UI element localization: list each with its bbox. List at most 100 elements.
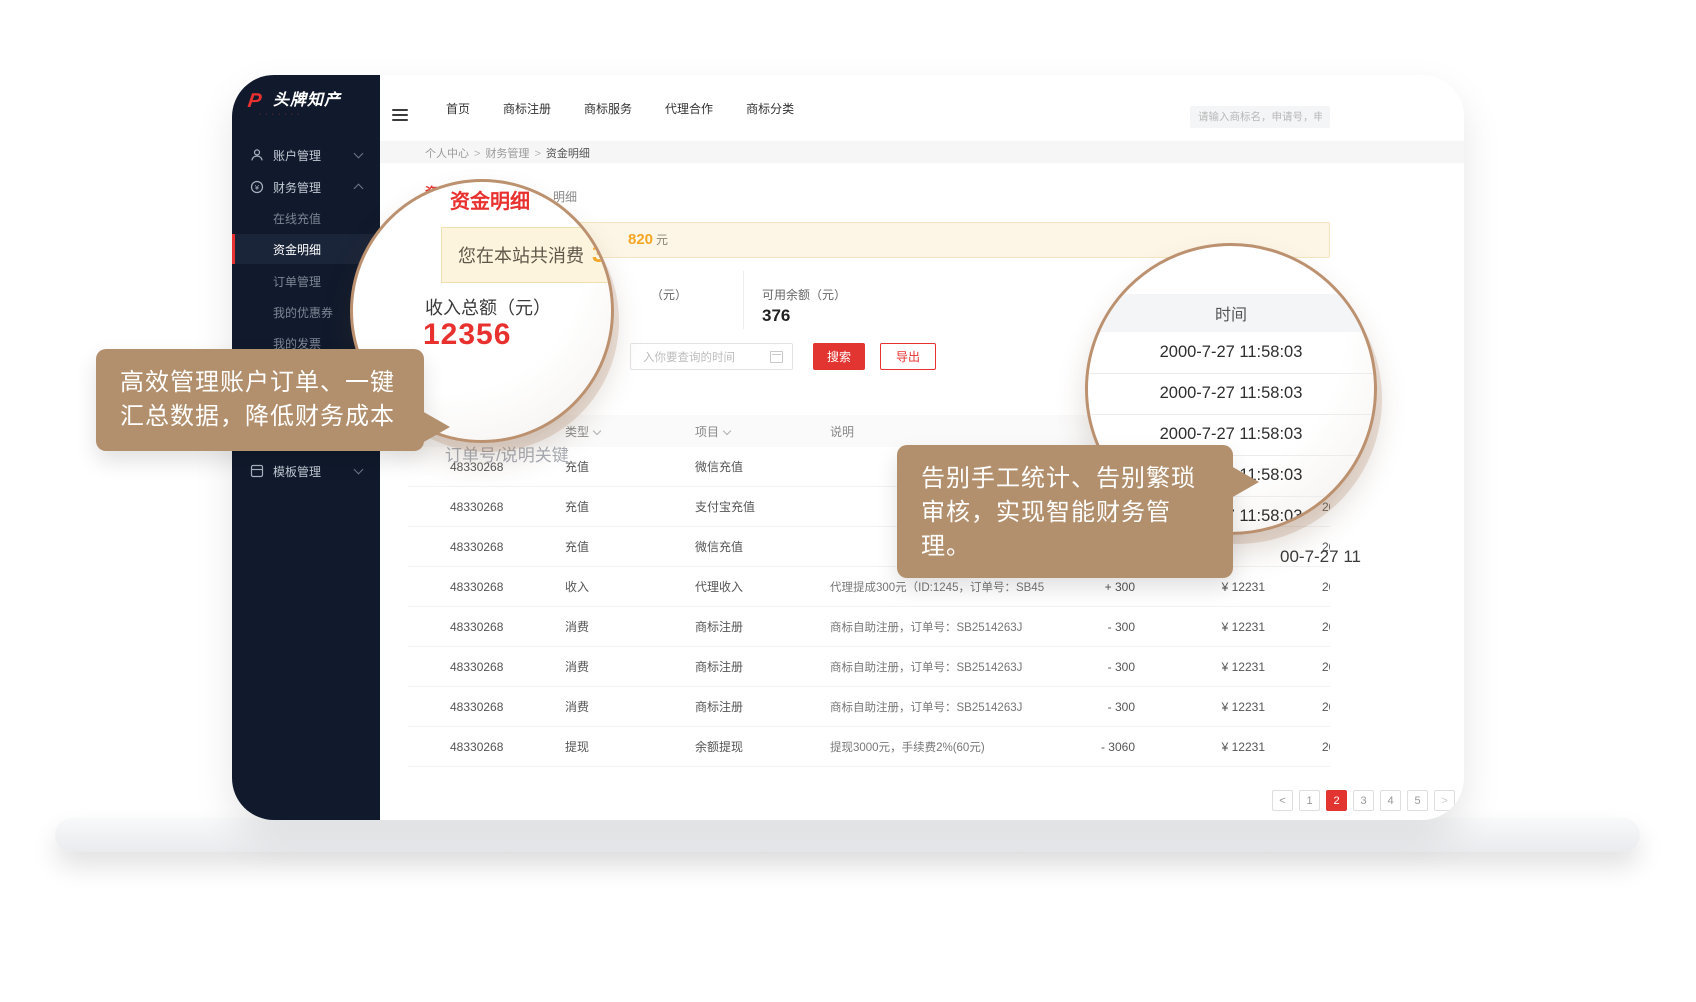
cell-project: 微信充值 xyxy=(653,538,788,555)
cell-desc: 商标自助注册，订单号：SB2514263J xyxy=(788,699,1045,715)
sidebar-item-online-recharge[interactable]: 在线充值 xyxy=(232,204,380,232)
cell-desc: 提现3000元，手续费2%(60元) xyxy=(788,739,1045,755)
magnified-order-header-fragment: 订单号/说明关键 xyxy=(445,441,569,466)
magnified-time-row: 2000-7-27 11:58:03 xyxy=(1088,373,1374,415)
breadcrumb: 个人中心 > 财务管理 > 资金明细 xyxy=(425,145,590,161)
magnified-time-fragment: 00-7-27 11 xyxy=(1280,547,1361,567)
search-input[interactable] xyxy=(1190,106,1330,128)
cell-order: 48330268 xyxy=(408,540,523,554)
finance-icon: ¥ xyxy=(250,180,264,194)
cell-type: 消费 xyxy=(523,658,653,675)
sidebar-item-label: 在线充值 xyxy=(273,210,321,227)
table-row: 48330268 消费 商标注册 商标自助注册，订单号：SB2514263J -… xyxy=(408,647,1330,687)
calendar-icon[interactable] xyxy=(770,351,783,363)
logo[interactable]: P 头牌知产 xyxy=(248,91,341,111)
cell-time: 2000-7-27 11:58:03 xyxy=(1265,740,1330,754)
magnified-page-title: 资金明细 xyxy=(450,185,530,214)
sidebar-item-account[interactable]: 账户管理 xyxy=(232,141,380,169)
cell-amount: - 300 xyxy=(1045,700,1135,714)
breadcrumb-part[interactable]: 财务管理 xyxy=(485,148,529,160)
svg-text:¥: ¥ xyxy=(255,183,260,192)
breadcrumb-bar: 个人中心 > 财务管理 > 资金明细 xyxy=(380,141,1464,163)
cell-type: 消费 xyxy=(523,698,653,715)
callout-right: 告别手工统计、告别繁琐审核，实现智能财务管理。 xyxy=(897,445,1233,578)
sidebar-item-finance[interactable]: ¥ 财务管理 xyxy=(232,173,380,201)
page-button-1[interactable]: 1 xyxy=(1299,790,1320,811)
page-button-5[interactable]: 5 xyxy=(1407,790,1428,811)
available-balance-value: 376 xyxy=(762,306,790,326)
cell-project: 支付宝充值 xyxy=(653,498,788,515)
magnified-time-header: 时间 xyxy=(1088,294,1374,332)
page-button-4[interactable]: 4 xyxy=(1380,790,1401,811)
cell-desc: 商标自助注册，订单号：SB2514263J xyxy=(788,659,1045,675)
cell-balance: ¥ 12231 xyxy=(1135,700,1265,714)
cell-type: 充值 xyxy=(523,498,653,515)
sidebar-item-label: 我的优惠券 xyxy=(273,304,333,321)
cell-project: 商标注册 xyxy=(653,658,788,675)
cell-desc: 商标自助注册，订单号：SB2514263J xyxy=(788,619,1045,635)
sidebar-item-label: 模板管理 xyxy=(273,463,321,480)
date-placeholder: 入你要查询的时间 xyxy=(643,349,770,365)
cell-project: 微信充值 xyxy=(653,458,788,475)
cell-order: 48330268 xyxy=(408,580,523,594)
magnified-banner-prefix: 您在本站共消费 xyxy=(458,242,584,268)
magnified-income-label: 收入总额（元） xyxy=(425,294,551,320)
breadcrumb-current: 资金明细 xyxy=(546,148,590,160)
cell-order: 48330268 xyxy=(408,700,523,714)
sidebar-item-template[interactable]: 模板管理 xyxy=(232,457,380,485)
sort-chevron-icon xyxy=(723,426,731,434)
stat-label-fragment: （元） xyxy=(651,286,687,303)
cell-time: 2000-7-27 11:58:03 xyxy=(1265,660,1330,674)
magnified-income-value: 12356 xyxy=(423,318,511,352)
cell-time: 2000-7-27 11:58:03 xyxy=(1265,700,1330,714)
cell-amount: + 300 xyxy=(1045,580,1135,594)
pagination: < 1 2 3 4 5 > xyxy=(1272,790,1455,811)
table-row: 48330268 消费 商标注册 商标自助注册，订单号：SB2514263J -… xyxy=(408,687,1330,727)
cell-amount: - 300 xyxy=(1045,660,1135,674)
sidebar-item-label: 账户管理 xyxy=(273,147,321,164)
callout-right-text: 告别手工统计、告别繁琐审核，实现智能财务管理。 xyxy=(897,445,1233,581)
banner-amount-fragment: 820元 xyxy=(628,231,668,248)
breadcrumb-separator: > xyxy=(534,148,540,160)
cell-balance: ¥ 12231 xyxy=(1135,580,1265,594)
sidebar-item-label: 财务管理 xyxy=(273,179,321,196)
top-navigation: 首页 商标注册 商标服务 代理合作 商标分类 xyxy=(446,75,794,141)
cell-project: 代理收入 xyxy=(653,578,788,595)
laptop-base xyxy=(55,818,1640,852)
chevron-up-icon xyxy=(354,184,364,194)
logo-text: 头牌知产 xyxy=(273,91,341,111)
nav-item-trademark-register[interactable]: 商标注册 xyxy=(503,100,551,117)
hamburger-icon[interactable] xyxy=(392,109,408,121)
cell-balance: ¥ 12231 xyxy=(1135,740,1265,754)
breadcrumb-part[interactable]: 个人中心 xyxy=(425,148,469,160)
breadcrumb-separator: > xyxy=(474,148,480,160)
chevron-down-icon xyxy=(354,149,364,159)
header-desc: 说明 xyxy=(788,423,1045,440)
cell-time: 2000-7-27 11:58:03 xyxy=(1265,620,1330,634)
cell-order: 48330268 xyxy=(408,740,523,754)
cell-type: 收入 xyxy=(523,578,653,595)
export-button[interactable]: 导出 xyxy=(880,343,936,370)
cell-balance: ¥ 12231 xyxy=(1135,620,1265,634)
topbar: 首页 商标注册 商标服务 代理合作 商标分类 xyxy=(380,75,1464,142)
chevron-down-icon xyxy=(354,465,364,475)
cell-type: 提现 xyxy=(523,738,653,755)
nav-item-trademark-service[interactable]: 商标服务 xyxy=(584,100,632,117)
search-button[interactable]: 搜索 xyxy=(813,343,865,370)
page-button-3[interactable]: 3 xyxy=(1353,790,1374,811)
logo-icon: P xyxy=(247,91,270,111)
available-balance-label: 可用余额（元） xyxy=(762,286,846,303)
nav-item-home[interactable]: 首页 xyxy=(446,100,470,117)
header-project[interactable]: 项目 xyxy=(653,423,788,440)
nav-item-trademark-category[interactable]: 商标分类 xyxy=(746,100,794,117)
nav-item-agent-coop[interactable]: 代理合作 xyxy=(665,100,713,117)
cell-time: 2000-7-27 11:58:03 xyxy=(1265,580,1330,594)
cell-balance: ¥ 12231 xyxy=(1135,660,1265,674)
next-page-button[interactable]: > xyxy=(1434,790,1455,811)
page-button-2-active[interactable]: 2 xyxy=(1326,790,1347,811)
callout-left: 高效管理账户订单、一键汇总数据，降低财务成本 xyxy=(96,349,424,451)
sidebar-item-fund-detail[interactable]: 资金明细 xyxy=(232,234,380,264)
prev-page-button[interactable]: < xyxy=(1272,790,1293,811)
logo-dots: ······· xyxy=(259,111,303,118)
date-query-input[interactable]: 入你要查询的时间 xyxy=(630,343,793,370)
